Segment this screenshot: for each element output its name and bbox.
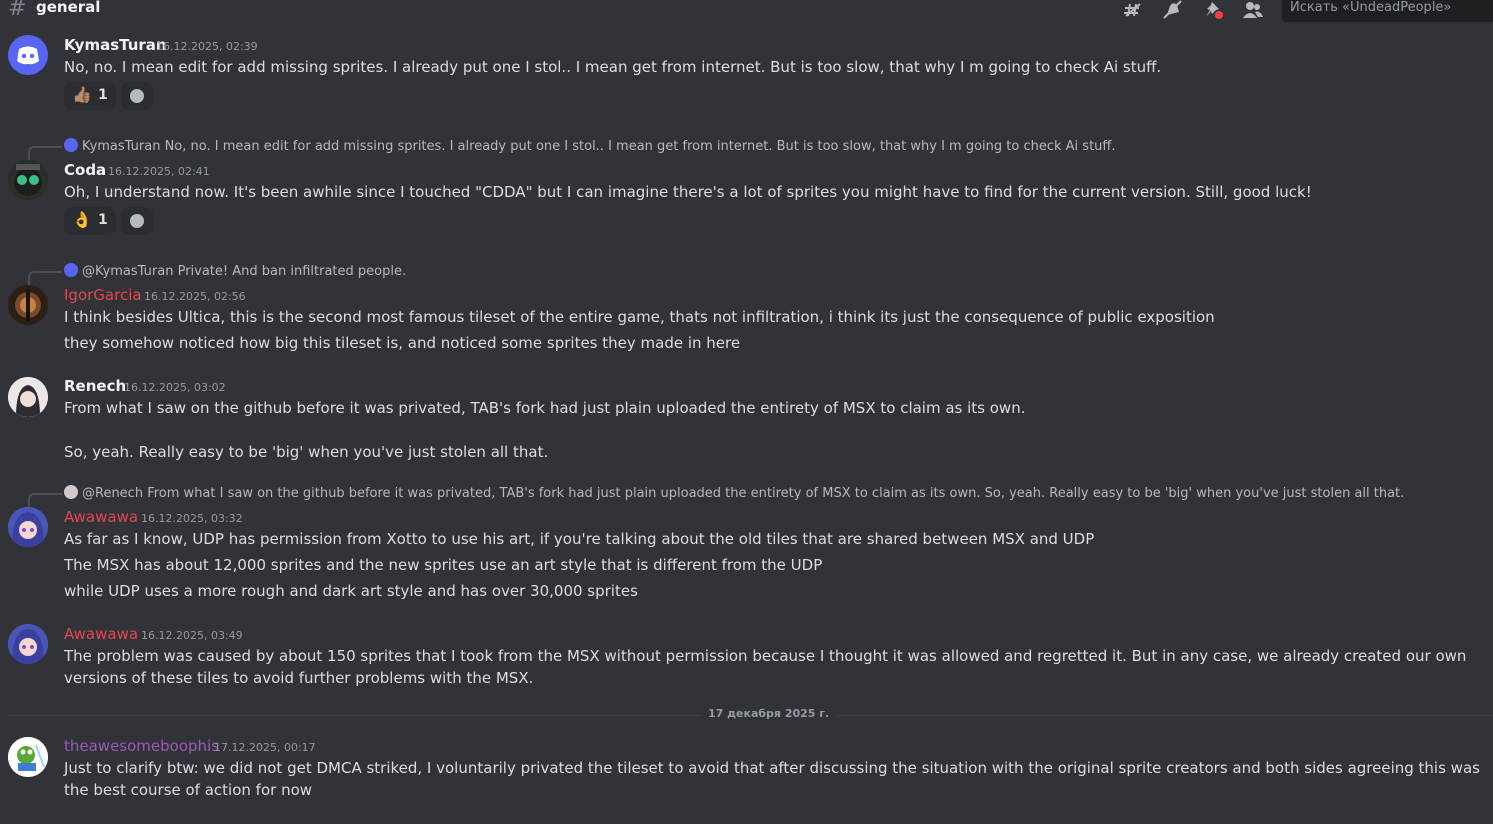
avatar[interactable]	[8, 624, 48, 664]
message-text: Just to clarify btw: we did not get DMCA…	[64, 759, 1480, 799]
message-author[interactable]: Coda	[64, 161, 106, 179]
mute-icon[interactable]	[1162, 0, 1184, 20]
avatar-image	[8, 737, 48, 777]
add-reaction-button[interactable]	[121, 207, 153, 235]
members-icon[interactable]	[1242, 0, 1264, 20]
message-timestamp: 16.12.2025, 02:56	[144, 290, 246, 303]
channel-header: # general Искать «UndeadPeople»	[0, 0, 1493, 26]
avatar[interactable]	[8, 35, 48, 75]
avatar[interactable]	[8, 160, 48, 200]
reply-preview[interactable]: KymasTuran No, no. I mean edit for add m…	[64, 138, 1116, 154]
message-author[interactable]: IgorGarcia	[64, 286, 142, 304]
message-timestamp: 16.12.2025, 03:02	[124, 381, 226, 394]
avatar[interactable]	[8, 285, 48, 325]
message-author[interactable]: KymasTuran	[64, 36, 167, 54]
reply-author: KymasTuran	[82, 139, 161, 154]
reply-author: @KymasTuran	[82, 264, 174, 279]
message-text: No, no. I mean edit for add missing spri…	[64, 58, 1162, 76]
reply-spine	[28, 271, 62, 285]
reaction-button[interactable]: 👌 1	[64, 207, 116, 235]
reaction-count: 1	[98, 87, 108, 103]
avatar-image	[8, 624, 48, 664]
message-text: As far as I know, UDP has permission fro…	[64, 530, 1095, 548]
message-author[interactable]: Awawawa	[64, 508, 138, 526]
search-placeholder: Искать «UndeadPeople»	[1290, 0, 1452, 15]
message-timestamp: 16.12.2025, 02:39	[156, 40, 258, 53]
smiley-icon	[130, 214, 144, 228]
reply-text: Private! And ban infiltrated people.	[177, 264, 407, 279]
message-timestamp: 17.12.2025, 00:17	[214, 741, 316, 754]
message-timestamp: 16.12.2025, 02:41	[108, 165, 210, 178]
message-author[interactable]: theawesomeboophis	[64, 737, 219, 755]
reply-spine	[28, 146, 62, 160]
message-text: while UDP uses a more rough and dark art…	[64, 582, 638, 600]
reply-avatar-icon	[64, 263, 78, 277]
message-author[interactable]: Awawawa	[64, 625, 138, 643]
reply-preview[interactable]: @KymasTuran Private! And ban infiltrated…	[64, 263, 406, 279]
message-timestamp: 16.12.2025, 03:49	[141, 629, 243, 642]
thumbs-up-emoji: 👍🏽	[72, 85, 92, 104]
add-reaction-button[interactable]	[121, 82, 153, 110]
message-timestamp: 16.12.2025, 03:32	[141, 512, 243, 525]
avatar[interactable]	[8, 737, 48, 777]
message-text: Oh, I understand now. It's been awhile s…	[64, 183, 1312, 201]
message-text: The MSX has about 12,000 sprites and the…	[64, 556, 823, 574]
reply-avatar-icon	[64, 138, 78, 152]
message-text: I think besides Ultica, this is the seco…	[64, 308, 1215, 326]
message-text: From what I saw on the github before it …	[64, 399, 1026, 417]
message-text: they somehow noticed how big this tilese…	[64, 334, 741, 352]
search-input[interactable]: Искать «UndeadPeople»	[1282, 0, 1493, 22]
pinned-icon[interactable]	[1203, 0, 1225, 20]
ok-hand-emoji: 👌	[72, 210, 92, 229]
threads-icon[interactable]	[1122, 0, 1144, 20]
hashtag-icon: #	[8, 0, 27, 21]
avatar-image	[8, 507, 48, 547]
avatar[interactable]	[8, 377, 48, 417]
date-divider: 17 декабря 2025 г.	[700, 707, 838, 720]
message-author[interactable]: Renech	[64, 377, 126, 395]
avatar-image	[8, 377, 48, 417]
reply-text: From what I saw on the github before it …	[147, 486, 1405, 501]
message-text: The problem was caused by about 150 spri…	[64, 647, 1467, 687]
reply-author: @Renech	[82, 486, 144, 501]
channel-name: general	[36, 0, 101, 16]
avatar[interactable]	[8, 507, 48, 547]
reply-preview[interactable]: @Renech From what I saw on the github be…	[64, 485, 1404, 501]
reply-text: No, no. I mean edit for add missing spri…	[164, 139, 1116, 154]
discord-logo-icon	[17, 46, 39, 65]
reaction-count: 1	[98, 212, 108, 228]
message-text: So, yeah. Really easy to be 'big' when y…	[64, 443, 549, 461]
avatar-image	[8, 160, 48, 200]
reaction-button[interactable]: 👍🏽 1	[64, 82, 116, 110]
reply-avatar-icon	[64, 485, 78, 499]
reply-spine	[28, 493, 62, 507]
smiley-icon	[130, 89, 144, 103]
avatar-image	[8, 285, 48, 325]
